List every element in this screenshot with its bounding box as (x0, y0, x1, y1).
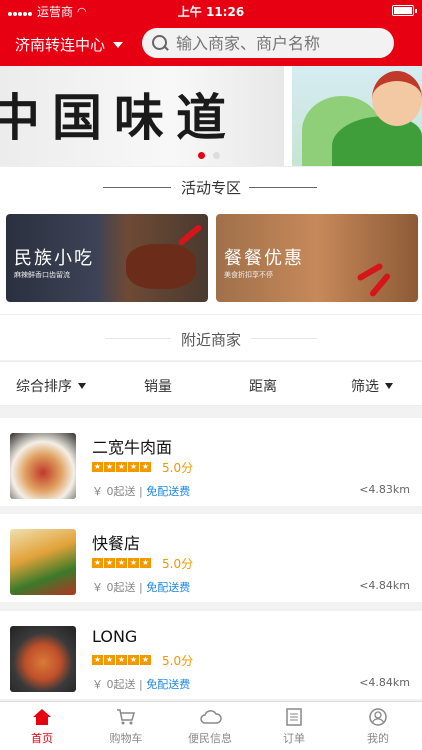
status-bar: 运营商 ◠ 上午 11:26 (0, 0, 422, 22)
tab-orders[interactable]: 订单 (252, 708, 336, 746)
banner-slide-calligraphy[interactable]: 中国味道 (0, 66, 284, 166)
pager-dot[interactable] (213, 152, 220, 159)
sales-sort[interactable]: 销量 (144, 376, 172, 396)
shop-rating: 5.0分 (162, 461, 194, 475)
city-selector[interactable]: 济南转连中心 (15, 34, 124, 55)
activity-card-meal-discount[interactable]: 餐餐优惠 美食折扣享不停 (216, 214, 418, 302)
title-divider-right (249, 187, 317, 188)
nearby-title: 附近商家 (180, 331, 241, 349)
banner-pager (198, 152, 220, 159)
caret-down-icon (78, 383, 86, 389)
battery-icon (392, 5, 417, 16)
shop-distance: <4.84km (359, 579, 410, 592)
shop-thumbnail (10, 433, 76, 499)
tab-home[interactable]: 首页 (0, 708, 84, 746)
tab-cart[interactable]: 购物车 (84, 708, 168, 746)
sales-label: 销量 (144, 379, 172, 395)
cloud-icon (200, 708, 222, 726)
shop-list-item[interactable]: 快餐店 ★ ★ ★ ★ ★ 5.0分 ￥ 0起送 | 免配送费 <4.84km (0, 514, 422, 602)
activity-card-subtitle: 美食折扣享不停 (224, 271, 273, 279)
search-input[interactable] (176, 33, 386, 53)
chili-image (177, 223, 203, 247)
rating-stars: ★ ★ ★ ★ ★ (92, 462, 151, 472)
shop-distance: <4.84km (359, 676, 410, 689)
min-order: ￥ 0起送 (92, 581, 136, 594)
status-time: 上午 11:26 (177, 5, 245, 19)
orders-icon (284, 708, 304, 726)
user-icon (368, 708, 388, 726)
rating-stars: ★ ★ ★ ★ ★ (92, 655, 151, 665)
filter-dropdown[interactable]: 筛选 (351, 376, 393, 396)
bottom-tab-bar: 首页 购物车 便民信息 订单 我的 (0, 701, 422, 750)
caret-down-icon (113, 41, 124, 48)
banner-character-image (372, 71, 422, 126)
filter-bar: 综合排序 销量 距离 筛选 (0, 361, 422, 406)
tab-label: 我的 (367, 732, 389, 745)
caret-down-icon (385, 383, 393, 389)
shop-thumbnail (10, 626, 76, 692)
filter-label: 筛选 (351, 379, 379, 395)
shop-delivery-info: ￥ 0起送 | 免配送费 (92, 485, 191, 498)
search-icon (152, 35, 168, 51)
delivery-fee: 免配送费 (146, 581, 191, 594)
delivery-fee: 免配送费 (146, 678, 191, 691)
sort-dropdown[interactable]: 综合排序 (16, 376, 86, 396)
shop-name: LONG (92, 627, 138, 646)
shop-name: 二宽牛肉面 (92, 438, 173, 457)
activity-section: 活动专区 民族小吃 麻辣鲜香口齿留流 餐餐优惠 美食折扣享不停 (0, 166, 422, 314)
delivery-fee: 免配送费 (146, 485, 191, 498)
shop-delivery-info: ￥ 0起送 | 免配送费 (92, 678, 191, 691)
activity-card-subtitle: 麻辣鲜香口齿留流 (14, 271, 70, 279)
banner-carousel[interactable]: 中国味道 (0, 66, 422, 166)
shop-thumbnail (10, 529, 76, 595)
tab-info[interactable]: 便民信息 (168, 708, 252, 746)
activity-card-title: 餐餐优惠 (224, 248, 304, 269)
nearby-section: 附近商家 (0, 314, 422, 360)
min-order: ￥ 0起送 (92, 485, 136, 498)
search-bar[interactable] (142, 28, 394, 58)
activity-title: 活动专区 (180, 179, 241, 197)
tab-label: 便民信息 (188, 732, 232, 745)
shop-list-item[interactable]: LONG ★ ★ ★ ★ ★ 5.0分 ￥ 0起送 | 免配送费 <4.84km (0, 611, 422, 699)
app-header: 运营商 ◠ 上午 11:26 济南转连中心 (0, 0, 422, 66)
cart-icon (116, 708, 136, 726)
steak-image (126, 244, 196, 289)
tab-label: 购物车 (109, 732, 143, 745)
shop-list-item[interactable]: 二宽牛肉面 ★ ★ ★ ★ ★ 5.0分 ￥ 0起送 | 免配送费 <4.83km (0, 418, 422, 506)
shop-name: 快餐店 (92, 534, 141, 553)
banner-calligraphy: 中国味道 (0, 88, 238, 147)
tab-label: 订单 (283, 732, 305, 745)
city-label: 济南转连中心 (15, 36, 106, 54)
title-divider-right (251, 338, 317, 339)
tab-mine[interactable]: 我的 (336, 708, 420, 746)
shop-rating: 5.0分 (162, 654, 194, 668)
sort-label: 综合排序 (16, 379, 72, 395)
shop-rating: 5.0分 (162, 557, 194, 571)
rating-stars: ★ ★ ★ ★ ★ (92, 558, 151, 568)
min-order: ￥ 0起送 (92, 678, 136, 691)
activity-card-ethnic-snacks[interactable]: 民族小吃 麻辣鲜香口齿留流 (6, 214, 208, 302)
shop-delivery-info: ￥ 0起送 | 免配送费 (92, 581, 191, 594)
chili-image (368, 272, 392, 298)
pager-dot-active[interactable] (198, 152, 205, 159)
tab-label: 首页 (31, 732, 53, 745)
home-icon (32, 708, 52, 726)
distance-label: 距离 (249, 379, 277, 395)
shop-distance: <4.83km (359, 483, 410, 496)
activity-card-title: 民族小吃 (14, 248, 94, 269)
banner-slide-illustration[interactable] (292, 66, 422, 166)
distance-sort[interactable]: 距离 (249, 376, 277, 396)
